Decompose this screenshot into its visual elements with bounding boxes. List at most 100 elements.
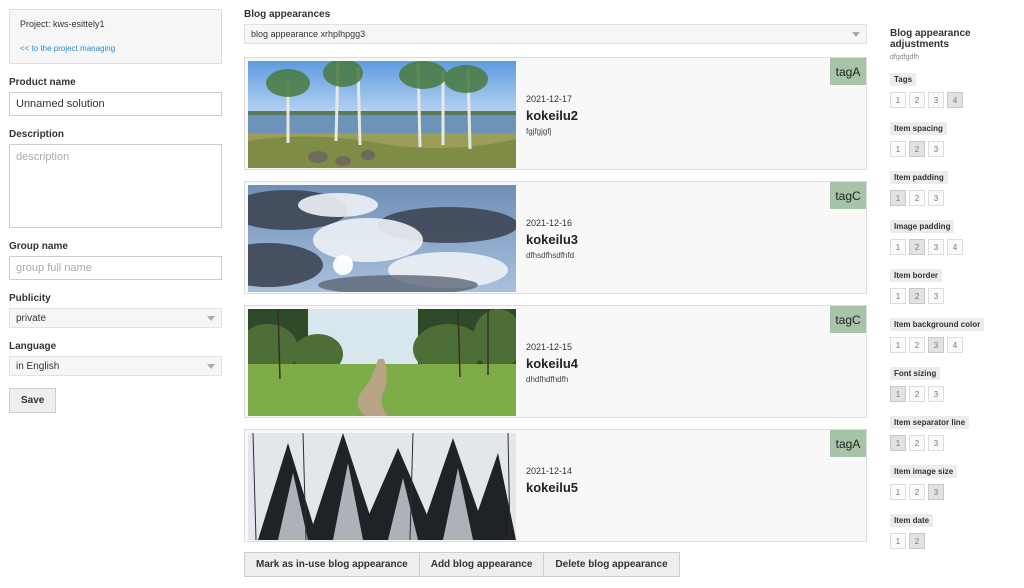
adjust-group-tags: Tags 1 2 3 4 — [890, 73, 1024, 108]
option-button[interactable]: 3 — [928, 92, 944, 108]
option-button-selected[interactable]: 2 — [909, 288, 925, 304]
option-button[interactable]: 2 — [909, 337, 925, 353]
adjustments-panel: Blog appearance adjustments dfgdfgdfh Ta… — [890, 28, 1024, 563]
adjust-group-font-sizing: Font sizing 1 2 3 — [890, 367, 1024, 402]
product-name-label: Product name — [9, 77, 76, 88]
adjust-label: Item image size — [890, 465, 958, 478]
blog-item-description: dhdfhdfhdfh — [526, 375, 569, 384]
option-button[interactable]: 1 — [890, 337, 906, 353]
option-button-selected[interactable]: 1 — [890, 386, 906, 402]
adjust-group-item-image-size: Item image size 1 2 3 — [890, 465, 1024, 500]
blog-item-tag: tagA — [830, 430, 866, 457]
option-button[interactable]: 2 — [909, 435, 925, 451]
publicity-value: private — [16, 312, 47, 324]
option-button[interactable]: 2 — [909, 386, 925, 402]
blog-item-image-lake — [248, 61, 516, 168]
blog-item-card[interactable]: 2021-12-14 kokeilu5 tagA — [244, 429, 867, 542]
blog-appearance-select[interactable]: blog appearance xrhplhpgg3 — [244, 24, 867, 44]
option-button-selected[interactable]: 3 — [928, 484, 944, 500]
blog-item-image-forest-path — [248, 309, 516, 416]
blog-item-card[interactable]: 2021-12-17 kokeilu2 fgjfgjgfj tagA — [244, 57, 867, 170]
mark-in-use-button[interactable]: Mark as in-use blog appearance — [244, 552, 420, 577]
project-managing-link[interactable]: << to the project managing — [20, 44, 211, 53]
adjustments-title: Blog appearance adjustments — [890, 28, 971, 50]
publicity-select[interactable]: private — [9, 308, 222, 328]
description-textarea[interactable]: description — [9, 144, 222, 228]
adjust-group-item-separator-line: Item separator line 1 2 3 — [890, 416, 1024, 451]
adjust-label: Item date — [890, 514, 934, 527]
option-button-selected[interactable]: 1 — [890, 190, 906, 206]
chevron-down-icon — [852, 31, 860, 37]
language-select[interactable]: in English — [9, 356, 222, 376]
adjustments-subtitle: dfgdfgdfh — [890, 54, 920, 61]
chevron-down-icon — [207, 363, 215, 369]
blog-item-image-clouds — [248, 185, 516, 292]
left-panel: Project: kws-esittely1 << to the project… — [9, 9, 222, 413]
adjust-label: Font sizing — [890, 367, 941, 380]
option-button[interactable]: 2 — [909, 484, 925, 500]
blog-appearance-actions: Mark as in-use blog appearance Add blog … — [244, 552, 680, 577]
option-button[interactable]: 1 — [890, 288, 906, 304]
option-button[interactable]: 2 — [909, 92, 925, 108]
option-button[interactable]: 4 — [947, 239, 963, 255]
project-box: Project: kws-esittely1 << to the project… — [9, 9, 222, 64]
option-button[interactable]: 3 — [928, 239, 944, 255]
option-button-selected[interactable]: 2 — [909, 533, 925, 549]
adjust-group-item-date: Item date 1 2 — [890, 514, 1024, 549]
description-label: Description — [9, 129, 65, 140]
blog-item-description: dfhsdfhsdfhfd — [526, 251, 575, 260]
option-button[interactable]: 1 — [890, 533, 906, 549]
blog-item-card[interactable]: 2021-12-16 kokeilu3 dfhsdfhsdfhfd tagC — [244, 181, 867, 294]
blog-item-tag: tagA — [830, 58, 866, 85]
group-name-input[interactable]: group full name — [9, 256, 222, 280]
option-button-selected[interactable]: 2 — [909, 239, 925, 255]
adjust-label: Item background color — [890, 318, 985, 331]
option-button-selected[interactable]: 3 — [928, 337, 944, 353]
option-button-selected[interactable]: 1 — [890, 435, 906, 451]
adjust-label: Item separator line — [890, 416, 970, 429]
adjust-group-item-background-color: Item background color 1 2 3 4 — [890, 318, 1024, 353]
adjust-group-item-spacing: Item spacing 1 2 3 — [890, 122, 1024, 157]
blog-item-date: 2021-12-14 — [526, 466, 573, 476]
option-button[interactable]: 3 — [928, 141, 944, 157]
chevron-down-icon — [207, 315, 215, 321]
option-button[interactable]: 1 — [890, 484, 906, 500]
option-button[interactable]: 3 — [928, 190, 944, 206]
blog-item-tag: tagC — [830, 306, 866, 333]
option-button[interactable]: 1 — [890, 239, 906, 255]
option-button[interactable]: 1 — [890, 92, 906, 108]
add-blog-appearance-button[interactable]: Add blog appearance — [418, 552, 545, 577]
adjust-group-image-padding: Image padding 1 2 3 4 — [890, 220, 1024, 255]
adjust-label: Item border — [890, 269, 943, 282]
option-button[interactable]: 3 — [928, 435, 944, 451]
adjust-label: Image padding — [890, 220, 955, 233]
project-label: Project: kws-esittely1 — [20, 19, 105, 29]
adjust-label: Tags — [890, 73, 917, 86]
blog-item-tag: tagC — [830, 182, 866, 209]
blog-item-image-snowy-forest — [248, 433, 516, 540]
adjust-label: Item padding — [890, 171, 948, 184]
blog-appearances-title: Blog appearances — [244, 9, 331, 20]
group-name-label: Group name — [9, 241, 68, 252]
option-button[interactable]: 4 — [947, 337, 963, 353]
blog-appearances-panel: Blog appearances blog appearance xrhplhp… — [244, 9, 867, 553]
option-button-selected[interactable]: 2 — [909, 141, 925, 157]
delete-blog-appearance-button[interactable]: Delete blog appearance — [543, 552, 680, 577]
option-button[interactable]: 3 — [928, 386, 944, 402]
language-value: in English — [16, 360, 60, 372]
product-name-input[interactable]: Unnamed solution — [9, 92, 222, 116]
option-button[interactable]: 3 — [928, 288, 944, 304]
blog-item-title: kokeilu4 — [526, 356, 579, 371]
blog-item-title: kokeilu2 — [526, 108, 579, 123]
blog-item-description: fgjfgjgfj — [526, 127, 552, 136]
publicity-label: Publicity — [9, 293, 51, 304]
blog-item-title: kokeilu5 — [526, 480, 579, 495]
blog-item-date: 2021-12-17 — [526, 94, 573, 104]
language-label: Language — [9, 341, 57, 352]
option-button[interactable]: 1 — [890, 141, 906, 157]
save-button[interactable]: Save — [9, 388, 57, 413]
adjust-group-item-padding: Item padding 1 2 3 — [890, 171, 1024, 206]
blog-item-card[interactable]: 2021-12-15 kokeilu4 dhdfhdfhdfh tagC — [244, 305, 867, 418]
option-button[interactable]: 2 — [909, 190, 925, 206]
option-button-selected[interactable]: 4 — [947, 92, 963, 108]
